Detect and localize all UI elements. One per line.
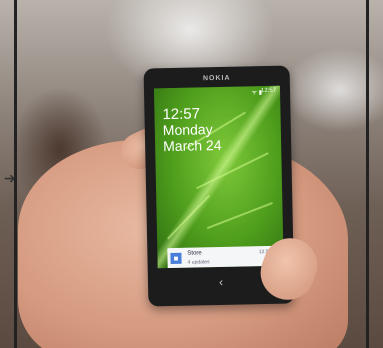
notification-title: Store: [187, 250, 202, 257]
lock-date: March 24: [162, 136, 222, 155]
bag-icon: ■: [170, 252, 182, 265]
leaf-vein: [196, 152, 269, 190]
status-time: 12:57: [260, 87, 277, 95]
photo-background: ➔ NOKIA ᯤ ▮ 12:57 12:57 Monday March 24 …: [0, 0, 383, 348]
notification-subtitle: 4 updates: [187, 259, 210, 266]
right-frame-edge: [366, 0, 369, 348]
store-notification[interactable]: ■ Store 4 updates 12:56: [167, 245, 276, 269]
leaf-vein: [167, 194, 211, 240]
leaf-vein: [206, 201, 273, 230]
arrow-icon: ➔: [4, 170, 16, 186]
lock-screen[interactable]: ᯤ ▮ 12:57 12:57 Monday March 24 ■ Store …: [153, 85, 284, 269]
brand-logo: NOKIA: [202, 74, 231, 83]
lock-day: Monday: [162, 121, 213, 139]
